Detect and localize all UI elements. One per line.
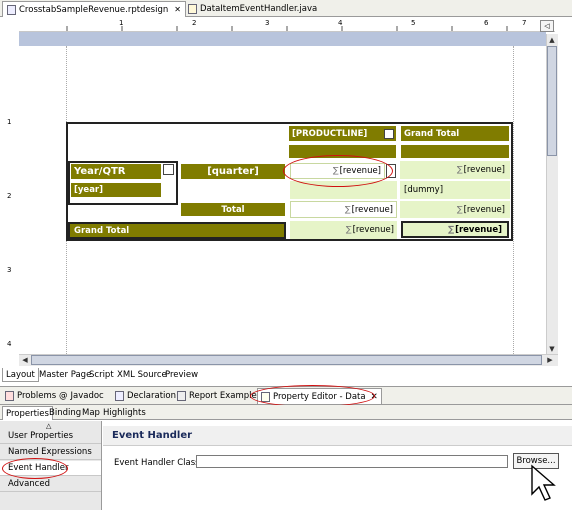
editor-tab-label: CrosstabSampleRevenue.rptdesign [19,4,169,15]
scroll-up-icon[interactable]: ▲ [547,35,557,45]
nav-named-expressions[interactable]: Named Expressions [0,445,101,460]
at-icon: @ [59,391,68,401]
scroll-right-icon[interactable]: ▶ [545,355,555,365]
total-cell[interactable]: Total [180,202,286,217]
ruler-label: 7 [522,19,527,27]
grand-total-header[interactable]: Grand Total [400,125,510,142]
year-qtr-label[interactable]: Year/QTR [70,163,162,180]
editor-tab-java[interactable]: DataItemEventHandler.java [184,1,321,17]
ruler-label: 4 [338,19,343,27]
panel-title: Event Handler [112,430,193,441]
sigma-icon: ∑ [345,225,352,235]
total-grand-revenue-cell[interactable]: ∑ [revenue] [400,201,510,218]
scroll-left-icon[interactable]: ◀ [20,355,30,365]
examples-icon [177,391,186,401]
tab-script[interactable]: Script [86,368,117,382]
crosstab-menu-icon[interactable] [163,164,174,175]
editor-tab-label: DataItemEventHandler.java [200,4,318,14]
quarter-cell[interactable]: [quarter] [180,163,286,180]
sigma-icon: ∑ [456,165,463,175]
header-spacer-cell [400,144,510,159]
total-revenue-cell[interactable]: ∑ [revenue] [290,201,397,218]
highlight-circle [2,458,68,479]
close-icon[interactable]: ✕ [174,5,181,14]
horizontal-scroll-thumb[interactable] [31,355,542,365]
vertical-scroll-thumb[interactable] [547,46,557,156]
ruler-label: 2 [7,192,12,200]
view-tab-label: Problems [17,391,57,401]
dummy-cell[interactable]: [dummy] [400,181,510,199]
ruler-label: 3 [265,19,270,27]
grand-total-revenue-cell[interactable]: ∑ [revenue] [400,161,510,179]
revenue-label: [revenue] [352,225,394,235]
revenue-label: [revenue] [351,204,393,215]
highlight-circle [250,385,375,407]
view-tab-javadoc[interactable]: @ Javadoc [56,388,107,404]
ruler-label: 4 [7,340,12,348]
page-header-band [19,32,546,46]
ruler-label: 2 [192,19,197,27]
view-tab-declaration[interactable]: Declaration [112,388,179,404]
event-handler-class-label: Event Handler Class: [114,458,203,468]
crosstab-menu-icon[interactable] [384,128,394,139]
productline-cell[interactable]: [PRODUCTLINE] [288,125,397,142]
sigma-icon: ∑ [447,224,455,235]
sigma-icon: ∑ [456,204,463,215]
tab-preview[interactable]: Preview [162,368,201,382]
margin-guide [513,46,514,354]
grand-total-row-label[interactable]: Grand Total [68,222,286,239]
cursor-arrow-icon [531,464,556,501]
problems-icon [5,391,14,401]
ruler-label: 5 [411,19,416,27]
revenue-label: [revenue] [463,165,505,175]
event-handler-class-input[interactable] [196,455,508,468]
declaration-icon [115,391,124,401]
year-cell[interactable]: [year] [70,182,162,198]
sigma-icon: ∑ [344,204,351,215]
ruler-label: 1 [119,19,124,27]
ruler-label: 6 [484,19,489,27]
productline-label: [PRODUCTLINE] [292,128,368,139]
vertical-ruler: 1 2 3 4 [4,40,18,356]
highlight-circle [283,155,393,187]
view-tab-label: Javadoc [70,391,104,401]
ruler-ticks [66,26,508,31]
view-tab-problems[interactable]: Problems [2,388,59,404]
grand-total-grand-revenue[interactable]: ∑ [revenue] [401,221,509,238]
nav-advanced[interactable]: Advanced [0,477,101,492]
ruler-label: 1 [7,118,12,126]
scroll-down-icon[interactable]: ▼ [547,344,557,354]
subtab-highlights[interactable]: Highlights [100,406,149,420]
grand-total-row-revenue[interactable]: ∑ [revenue] [290,221,397,239]
editor-tab-rptdesign[interactable]: CrosstabSampleRevenue.rptdesign ✕ [2,1,186,17]
java-file-icon [188,4,197,14]
nav-user-properties[interactable]: User Properties [0,429,101,444]
revenue-label: [revenue] [455,224,502,235]
view-tab-label: Declaration [127,391,177,401]
report-file-icon [7,4,16,15]
tab-layout[interactable]: Layout [2,368,39,382]
ruler-label: 3 [7,266,12,274]
collapse-left-icon[interactable]: ◁ [540,20,554,32]
horizontal-ruler: 1 2 3 4 5 6 7 [19,18,555,32]
revenue-label: [revenue] [463,204,505,215]
